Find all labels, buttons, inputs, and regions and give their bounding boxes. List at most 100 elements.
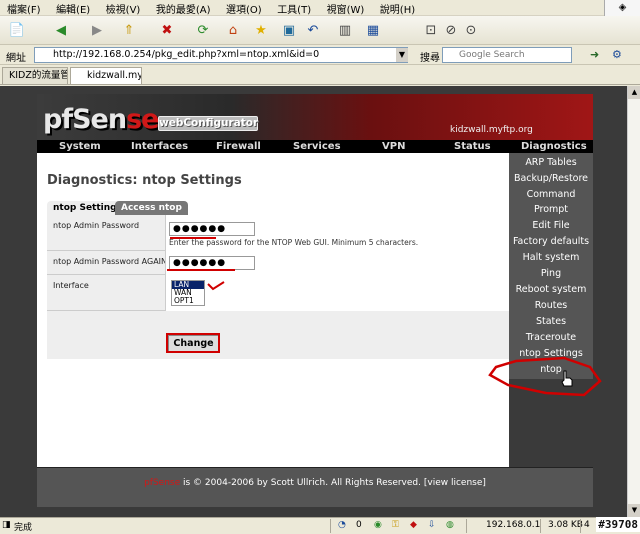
tab-access-ntop[interactable]: Access ntop [115,201,188,215]
up-folder-icon[interactable]: ⇑ [118,20,140,41]
footer-copyright: pfSense is © 2004-2006 by Scott Ullrich.… [37,478,593,488]
menu-file[interactable]: 檔案(F) [0,0,46,16]
menu-tools[interactable]: 工具(T) [270,0,316,16]
menu-edit[interactable]: 編輯(E) [49,0,95,16]
settings-form: ntop Admin Password ●●●●●● Enter the pas… [47,215,509,359]
browser-statusbar: ◨ 完成 ◔ 0 ◉ ⚿ ◆ ⇩ ◍ 192.168.0.1 3.08 KB 4 [0,517,640,534]
sidebar-item-halt-system[interactable]: Halt system [509,250,593,266]
password-input[interactable]: ●●●●●● [169,222,255,236]
menu-options[interactable]: 選項(O) [219,0,267,16]
webconfigurator-badge: webConfigurator [158,116,259,131]
browser-tab-kidz[interactable]: KIDZ的流量管... [2,67,68,84]
password-label: ntop Admin Password [53,221,140,230]
settings-icon[interactable]: ⚙ [612,48,622,61]
favorites-star-icon[interactable]: ★ [250,20,272,41]
window-icon[interactable]: ▣ [278,20,300,41]
popup-block-icon[interactable]: ⊘ [440,20,462,41]
nav-interfaces[interactable]: Interfaces [131,140,188,153]
privacy-icon[interactable]: ⊙ [460,20,482,41]
menu-window[interactable]: 視窗(W) [320,0,370,16]
hostname: kidzwall.myftp.org [450,125,533,135]
home-icon[interactable]: ⌂ [222,20,244,41]
popup-icon: ◔ [338,520,346,530]
row-interface: Interface LAN WAN OPT1 [47,275,509,311]
address-label: 網址 [6,53,26,64]
search-input[interactable]: Google Search [442,47,572,63]
scroll-down-icon[interactable]: ▼ [628,504,640,517]
password-hint: Enter the password for the NTOP Web GUI.… [169,238,419,247]
nav-system[interactable]: System [59,140,101,153]
status-text: 完成 [14,523,33,533]
nav-firewall[interactable]: Firewall [216,140,261,153]
password-again-input[interactable]: ●●●●●● [169,256,255,270]
annotation-circle-ntop [488,356,602,397]
layout-icon[interactable]: ▥ [334,20,356,41]
main-content: Diagnostics: ntop Settings ntop Settings… [37,153,509,467]
browser-toolbar: 📄 ◀ ▶ ⇑ ✖ ⟳ ⌂ ★ ▣ ↶ ▥ ▦ ⊡ ⊘ ⊙ [0,16,640,45]
logo-main: Sen [72,104,127,135]
footer-license-link[interactable]: view license [427,478,482,488]
vertical-scrollbar[interactable]: ▲ ▼ [627,86,640,517]
diagnostics-sidebar: ARP Tables Backup/Restore Command Prompt… [509,153,593,379]
pfsense-logo[interactable]: pfSense [43,104,159,135]
browser-menubar: 檔案(F) 編輯(E) 檢視(V) 我的最愛(A) 選項(O) 工具(T) 視窗… [0,0,640,16]
nav-status[interactable]: Status [454,140,491,153]
interface-label: Interface [53,281,89,290]
sidebar-item-reboot-system[interactable]: Reboot system [509,282,593,298]
new-page-icon[interactable]: 📄 [6,20,28,41]
row-password-again: ntop Admin Password AGAIN ●●●●●● [47,251,509,275]
interface-option-opt1[interactable]: OPT1 [172,297,204,305]
hand-cursor-icon [561,370,573,387]
scroll-up-icon[interactable]: ▲ [628,86,640,99]
nav-diagnostics[interactable]: Diagnostics [521,140,587,153]
statusbar-separator [580,519,581,533]
back-icon[interactable]: ◀ [50,20,72,41]
search-label: 搜尋 [420,53,440,64]
url-input[interactable]: http://192.168.0.254/pkg_edit.php?xml=nt… [34,47,408,63]
logo-accent: se [126,104,159,135]
nav-services[interactable]: Services [293,140,341,153]
zone-icon: ◆ [410,520,417,530]
password-again-label: ntop Admin Password AGAIN [53,257,168,266]
page-title: Diagnostics: ntop Settings [47,173,242,188]
undo-icon[interactable]: ↶ [302,20,324,41]
status-page: 4 [584,520,590,530]
status-ip: 192.168.0.1 [486,520,541,530]
footer-text: is © 2004-2006 by Scott Ullrich. All Rig… [180,478,428,488]
sidebar-item-command[interactable]: Command [509,187,593,203]
sidebar-item-backup-restore[interactable]: Backup/Restore [509,171,593,187]
sidebar-item-edit-file[interactable]: Edit File [509,218,593,234]
forward-icon[interactable]: ▶ [86,20,108,41]
footer-end: ] [482,478,486,488]
security-icon[interactable]: ⊡ [420,20,442,41]
address-dropdown-icon[interactable]: ▼ [396,48,408,62]
password-again-cell: ●●●●●● [165,251,509,275]
sidebar-item-traceroute[interactable]: Traceroute [509,330,593,346]
sidebar-item-states[interactable]: States [509,314,593,330]
browser-tab-active[interactable]: kidzwall.myft... [70,67,142,84]
password-cell: ●●●●●● Enter the password for the NTOP W… [165,215,509,251]
sidebar-item-routes[interactable]: Routes [509,298,593,314]
statusbar-separator [466,519,467,533]
nav-vpn[interactable]: VPN [382,140,405,153]
footer-brand[interactable]: pfSense [144,478,180,488]
refresh-icon[interactable]: ⟳ [192,20,214,41]
menu-favorites[interactable]: 我的最愛(A) [149,0,216,16]
grid-icon[interactable]: ▦ [362,20,384,41]
address-bar: 網址 http://192.168.0.254/pkg_edit.php?xml… [0,45,640,65]
go-icon[interactable]: ➜ [590,48,599,61]
menu-help[interactable]: 說明(H) [373,0,420,16]
annotation-underline-password [170,237,216,239]
stop-icon[interactable]: ✖ [156,20,178,41]
watermark: #39708 [596,517,640,532]
page-footer: pfSense is © 2004-2006 by Scott Ullrich.… [37,467,593,507]
sidebar-item-ping[interactable]: Ping [509,266,593,282]
interface-select[interactable]: LAN WAN OPT1 [171,280,205,306]
download-icon: ⇩ [428,520,436,530]
statusbar-separator [540,519,541,533]
sidebar-item-factory-defaults[interactable]: Factory defaults [509,234,593,250]
browser-tabbar: KIDZ的流量管... kidzwall.myft... [0,65,640,85]
sidebar-item-prompt[interactable]: Prompt [509,202,593,218]
menu-view[interactable]: 檢視(V) [99,0,146,16]
sidebar-item-arp-tables[interactable]: ARP Tables [509,155,593,171]
